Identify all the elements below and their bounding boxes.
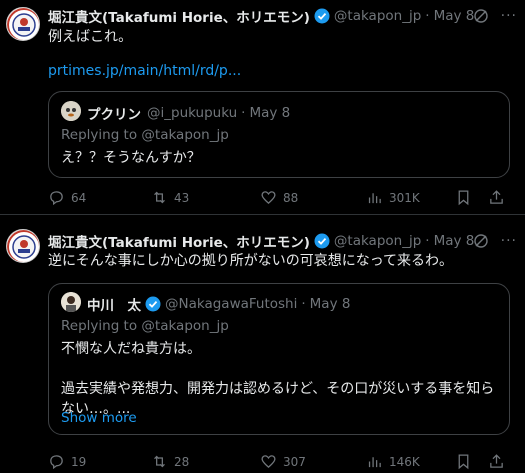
more-icon[interactable]: ···: [501, 8, 517, 24]
quoted-author-name: プクリン: [87, 107, 141, 123]
author-name[interactable]: 堀江貴文(Takafumi Horie、ホリエモン): [48, 6, 310, 26]
replying-to: Replying to @takapon_jp: [61, 318, 229, 334]
quoted-tweet[interactable]: プクリン @i_pukupuku · May 8 Replying to @ta…: [48, 91, 510, 178]
tweet-date[interactable]: May 8: [434, 233, 475, 249]
views-count: 146K: [389, 454, 420, 469]
author-avatar[interactable]: [6, 7, 40, 41]
quoted-author-handle: @i_pukupuku: [147, 105, 238, 121]
quoted-text-line: え？？そうなんすか？: [61, 150, 201, 166]
heart-icon: [261, 455, 276, 469]
quoted-header: プクリン @i_pukupuku · May 8: [87, 103, 290, 123]
retweet-icon: [154, 455, 165, 468]
tweet-text: 例えばこれ。: [48, 29, 133, 45]
bookmark-button[interactable]: [455, 453, 472, 470]
quoted-tweet[interactable]: 中川 太 @NakagawaFutoshi · May 8 Replying t…: [48, 283, 510, 435]
views-icon: [368, 457, 381, 468]
author-handle[interactable]: @takapon_jp: [334, 233, 421, 249]
author-name[interactable]: 堀江貴文(Takafumi Horie、ホリエモン): [48, 231, 310, 251]
share-button[interactable]: [488, 453, 505, 470]
retweet-icon: [154, 191, 165, 204]
reply-icon: [50, 191, 63, 206]
quoted-text-line: 不憫な人だね貴方は。: [61, 341, 201, 357]
retweet-button[interactable]: 43: [151, 189, 189, 206]
verified-badge-icon: [145, 296, 161, 312]
author-avatar[interactable]: [6, 229, 40, 263]
bookmark-icon: [458, 190, 469, 206]
tweet-text: 逆にそんな事にしか心の拠り所がないの可哀想になって来るわ。: [48, 253, 454, 269]
quoted-author-name: 中川 太: [87, 298, 141, 314]
quoted-text: え？？そうなんすか？: [61, 148, 201, 168]
retweet-button[interactable]: 28: [151, 453, 189, 470]
share-icon: [490, 454, 503, 468]
show-more-link[interactable]: Show more: [61, 410, 137, 426]
author-handle[interactable]: @takapon_jp: [334, 8, 421, 24]
quoted-header: 中川 太 @NakagawaFutoshi · May 8: [87, 294, 350, 314]
tweet-link[interactable]: prtimes.jp/main/html/rd/p...: [48, 63, 241, 79]
grok-icon[interactable]: [473, 8, 489, 24]
verified-badge-icon: [314, 233, 330, 249]
share-icon: [490, 190, 503, 204]
reply-button[interactable]: 19: [48, 453, 86, 470]
separator-dot: ·: [425, 8, 430, 24]
like-button[interactable]: 307: [260, 453, 306, 470]
quoted-author-handle: @NakagawaFutoshi: [165, 296, 298, 312]
share-button[interactable]: [488, 189, 505, 206]
quoted-text: 不憫な人だね貴方は。 過去実績や発想力、開発力は認めるけど、その口が災いする事を…: [61, 339, 494, 419]
views-button[interactable]: 301K: [366, 189, 420, 206]
more-icon[interactable]: ···: [501, 233, 517, 249]
quoted-text-line: 過去実績や発想力、開発力は認めるけど、その口が災いする事を知ら: [61, 381, 495, 397]
separator-dot: ·: [425, 233, 430, 249]
tweet-date[interactable]: May 8: [434, 8, 475, 24]
grok-icon[interactable]: [473, 233, 489, 249]
tweet-header: 堀江貴文(Takafumi Horie、ホリエモン) @takapon_jp ·…: [48, 6, 474, 26]
views-icon: [368, 193, 381, 204]
like-button[interactable]: 88: [260, 189, 298, 206]
separator-dot: ·: [241, 105, 246, 121]
views-count: 301K: [389, 190, 420, 205]
quoted-author-avatar: [61, 101, 81, 121]
reply-count: 64: [71, 190, 87, 205]
reply-icon: [50, 455, 63, 470]
tweet-header: 堀江貴文(Takafumi Horie、ホリエモン) @takapon_jp ·…: [48, 231, 474, 251]
tweet[interactable]: 堀江貴文(Takafumi Horie、ホリエモン) @takapon_jp ·…: [0, 0, 525, 215]
quoted-date: May 8: [249, 105, 291, 121]
tweet[interactable]: 堀江貴文(Takafumi Horie、ホリエモン) @takapon_jp ·…: [0, 216, 525, 473]
separator-dot: ·: [301, 296, 306, 312]
verified-badge-icon: [314, 8, 330, 24]
quoted-text-line: [61, 359, 494, 379]
bookmark-button[interactable]: [455, 189, 472, 206]
like-count: 307: [283, 454, 306, 469]
bookmark-icon: [458, 454, 469, 470]
tweet-actions: 19 28 307 146K: [48, 453, 525, 473]
tweet-actions: 64 43 88 301K: [48, 189, 525, 209]
reply-count: 19: [71, 454, 87, 469]
retweet-count: 28: [174, 454, 190, 469]
like-count: 88: [283, 190, 299, 205]
quoted-date: May 8: [309, 296, 351, 312]
retweet-count: 43: [174, 190, 190, 205]
replying-to: Replying to @takapon_jp: [61, 127, 229, 143]
views-button[interactable]: 146K: [366, 453, 420, 470]
heart-icon: [261, 191, 276, 205]
quoted-author-avatar: [61, 292, 81, 312]
reply-button[interactable]: 64: [48, 189, 86, 206]
